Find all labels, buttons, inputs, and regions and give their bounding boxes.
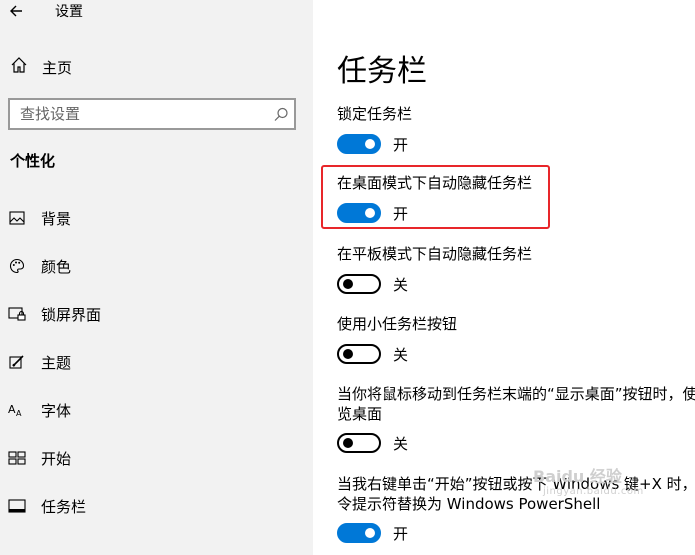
setting-label-peek: 当你将鼠标移动到任务栏末端的“显示桌面”按钮时，使用 [337,385,695,403]
toggle-state-text: 关 [393,435,409,453]
sidebar-item-label: 锁屏界面 [41,305,102,324]
setting-label-peek-line2: 览桌面 [337,405,383,423]
sidebar-item-start[interactable]: 开始 [8,446,71,470]
search-icon[interactable] [272,106,290,124]
toggle-knob [343,279,353,289]
sidebar-item-home[interactable]: 主页 [10,56,72,78]
toggle-autohide-tablet[interactable] [337,274,381,294]
sidebar-item-fonts[interactable]: AA 字体 [8,398,71,422]
setting-label-autohide-desktop: 在桌面模式下自动隐藏任务栏 [337,174,533,192]
sidebar-item-background[interactable]: 背景 [8,206,71,230]
picture-icon [8,209,26,227]
toggle-knob [365,528,375,538]
theme-brush-icon [8,353,26,371]
toggle-knob [343,349,353,359]
taskbar-icon [8,497,26,515]
toggle-state-text: 开 [393,525,409,543]
svg-text:A: A [16,409,22,418]
main-content: 任务栏 锁定任务栏 开 在桌面模式下自动隐藏任务栏 开 在平板模式下自动隐藏任务… [313,0,695,555]
section-title: 个性化 [10,152,56,170]
toggle-state-text: 关 [393,346,409,364]
sidebar-item-label: 主题 [41,353,72,372]
toggle-state-text: 开 [393,205,409,223]
sidebar-item-lock-screen[interactable]: 锁屏界面 [8,302,101,326]
toggle-peek[interactable] [337,433,381,453]
home-icon [10,56,28,78]
setting-label-small-buttons: 使用小任务栏按钮 [337,315,458,333]
sidebar-item-label: 开始 [41,449,72,468]
back-arrow-icon[interactable] [8,0,28,22]
lock-screen-icon [8,305,26,323]
sidebar-item-label: 颜色 [41,257,72,276]
sidebar-item-themes[interactable]: 主题 [8,350,71,374]
sidebar-item-label: 字体 [41,401,72,420]
setting-label-powershell: 当我右键单击“开始”按钮或按下 Windows 键+X 时，在 [337,475,695,493]
svg-text:A: A [8,403,16,416]
toggle-lock-taskbar[interactable] [337,134,381,154]
toggle-state-text: 关 [393,276,409,294]
setting-label-lock-taskbar: 锁定任务栏 [337,105,413,123]
sidebar-item-label: 背景 [41,209,72,228]
toggle-state-text: 开 [393,136,409,154]
search-box[interactable] [8,98,296,130]
toggle-knob [365,208,375,218]
start-tiles-icon [8,449,26,467]
toggle-knob [343,438,353,448]
sidebar-item-label: 主页 [42,58,73,77]
search-input[interactable] [20,103,260,125]
palette-icon [8,257,26,275]
toggle-powershell[interactable] [337,523,381,543]
font-icon: AA [8,401,26,419]
setting-label-powershell-line2: 令提示符替换为 Windows PowerShell [337,495,601,513]
window-title: 设置 [55,4,83,20]
sidebar-item-taskbar[interactable]: 任务栏 [8,494,86,518]
setting-label-autohide-tablet: 在平板模式下自动隐藏任务栏 [337,245,533,263]
sidebar-item-colors[interactable]: 颜色 [8,254,71,278]
toggle-knob [365,139,375,149]
toggle-small-buttons[interactable] [337,344,381,364]
toggle-autohide-desktop[interactable] [337,203,381,223]
sidebar-item-label: 任务栏 [41,497,87,516]
sidebar: 设置 主页 个性化 背景 颜色 锁屏界面 [0,0,313,555]
page-title: 任务栏 [337,54,427,89]
